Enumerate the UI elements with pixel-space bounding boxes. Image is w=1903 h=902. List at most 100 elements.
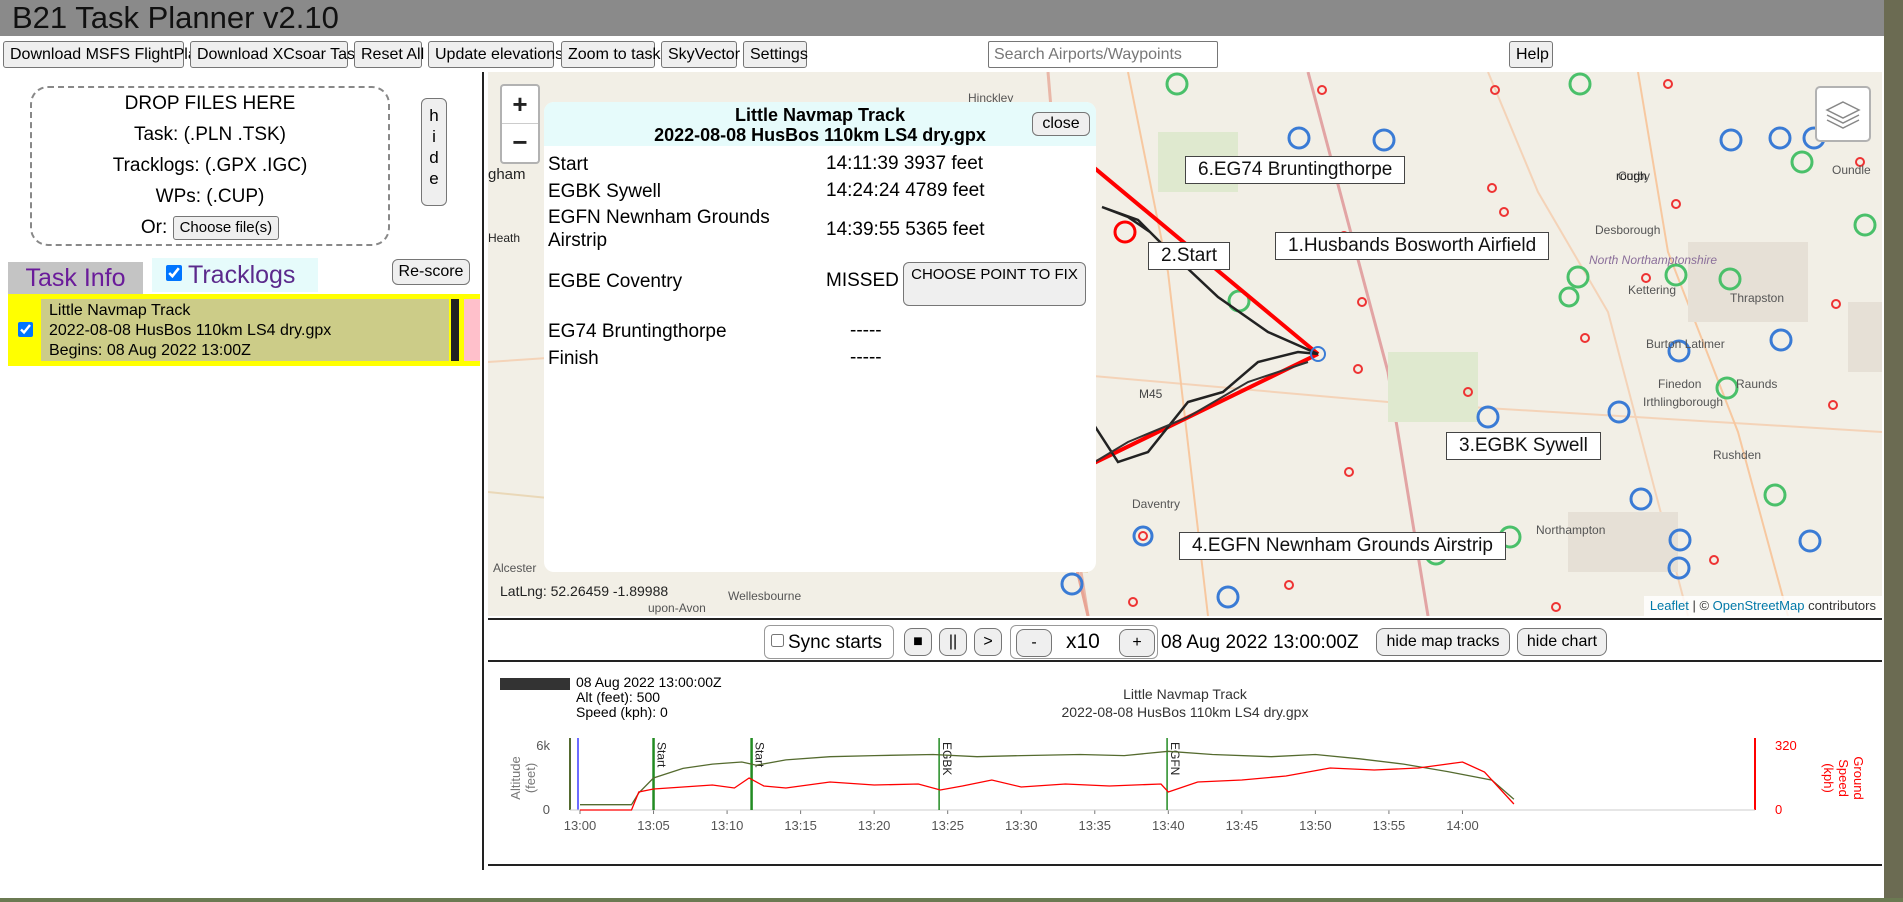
svg-text:Raunds: Raunds — [1736, 377, 1777, 391]
svg-text:Desborough: Desborough — [1595, 223, 1660, 237]
drop-zone-title: DROP FILES HERE — [124, 93, 296, 114]
chart-readout-speed: Speed (kph): 0 — [576, 704, 668, 720]
rescore-button[interactable]: Re-score — [392, 259, 470, 285]
track-entry[interactable]: Little Navmap Track 2022-08-08 HusBos 11… — [8, 294, 480, 366]
zoom-in-button[interactable]: + — [502, 86, 538, 124]
window-bottom-edge — [0, 898, 1903, 902]
map-attribution: Leaflet | © OpenStreetMap contributors — [1643, 596, 1882, 616]
svg-text:upon-Avon: upon-Avon — [648, 601, 706, 615]
play-button[interactable]: > — [974, 628, 1002, 656]
chart-subtitle: 2022-08-08 HusBos 110km LS4 dry.gpx — [1062, 704, 1309, 720]
hide-chart-button[interactable]: hide chart — [1517, 628, 1607, 656]
waypoint-label-3[interactable]: 3.EGBK Sywell — [1446, 432, 1601, 460]
popup-row-value: MISSED — [826, 270, 899, 291]
osm-link[interactable]: OpenStreetMap — [1713, 598, 1805, 613]
drop-zone-choose-row: Or: Choose file(s) — [32, 212, 388, 243]
speed-series-line — [580, 761, 1515, 811]
popup-header: Little Navmap Track 2022-08-08 HusBos 11… — [544, 102, 1096, 146]
download-xcsoar-button[interactable]: Download XCsoar Task — [190, 41, 363, 68]
svg-text:Northampton: Northampton — [1536, 523, 1605, 537]
popup-row-value: 14:24:24 4789 feet — [826, 180, 985, 201]
svg-text:Oundle: Oundle — [1832, 163, 1871, 177]
svg-text:Heath: Heath — [488, 231, 520, 245]
leaflet-link[interactable]: Leaflet — [1650, 598, 1689, 613]
time-tick-label: 13:50 — [1299, 818, 1332, 833]
waypoint-label-4[interactable]: 4.EGFN Newnham Grounds Airstrip — [1179, 532, 1506, 560]
svg-text:Alcester: Alcester — [493, 561, 536, 575]
zoom-to-task-button[interactable]: Zoom to task — [561, 41, 660, 68]
download-msfs-button[interactable]: Download MSFS FlightPlan — [3, 41, 206, 68]
choose-point-to-fix-button[interactable]: CHOOSE POINT TO FIX — [903, 262, 1086, 306]
waypoint-label-1[interactable]: 1.Husbands Bosworth Airfield — [1275, 232, 1550, 260]
speed-tick-label: 320 — [1775, 738, 1797, 753]
search-input[interactable] — [988, 41, 1218, 68]
track-entry-checkbox[interactable] — [18, 322, 33, 337]
hide-map-tracks-button[interactable]: hide map tracks — [1376, 628, 1510, 656]
track-entry-begins: Begins: 08 Aug 2022 13:00Z — [49, 342, 251, 359]
map[interactable]: Hinckley Corby Oundle Desborough Ketteri… — [488, 72, 1882, 616]
left-panel: DROP FILES HERE Task: (.PLN .TSK) Trackl… — [0, 72, 484, 870]
tab-task-info[interactable]: Task Info — [8, 262, 143, 294]
time-tick-label: 13:40 — [1152, 818, 1185, 833]
popup-close-button[interactable]: close — [1032, 112, 1090, 136]
drop-zone-tracklogs: Tracklogs: (.GPX .IGC) — [112, 155, 308, 176]
choose-files-button[interactable]: Choose file(s) — [172, 215, 280, 240]
altitude-tick-label: 6k — [536, 738, 550, 753]
altitude-speed-chart[interactable]: 08 Aug 2022 13:00:00Z Alt (feet): 500 Sp… — [488, 666, 1882, 866]
svg-text:M45: M45 — [1139, 387, 1163, 401]
popup-row-name: EG74 Bruntingthorpe — [548, 321, 727, 342]
track-entry-file: 2022-08-08 HusBos 110km LS4 dry.gpx — [49, 322, 332, 339]
layers-icon — [1825, 101, 1861, 129]
chart-legend-swatch — [500, 678, 570, 690]
tracklogs-checkbox[interactable] — [166, 265, 182, 281]
sync-starts-label: Sync starts — [771, 632, 882, 654]
track-entry-info[interactable]: Little Navmap Track 2022-08-08 HusBos 11… — [41, 299, 449, 361]
popup-row-name: EGFN Newnham Grounds Airstrip — [548, 207, 770, 251]
zoom-control: + − — [500, 84, 540, 164]
slower-button[interactable]: - — [1016, 629, 1052, 657]
time-tick-label: 13:15 — [784, 818, 817, 833]
chart-readout-time: 08 Aug 2022 13:00:00Z — [576, 674, 722, 690]
drop-zone[interactable]: DROP FILES HERE Task: (.PLN .TSK) Trackl… — [30, 86, 390, 246]
svg-text:North Northamptonshire: North Northamptonshire — [1589, 253, 1717, 267]
time-tick-label: 13:25 — [931, 818, 964, 833]
attribution-contributors: contributors — [1804, 598, 1876, 613]
sync-starts-group[interactable]: Sync starts — [764, 625, 894, 659]
settings-button[interactable]: Settings — [743, 41, 808, 68]
drop-zone-wps: WPs: (.CUP) — [155, 186, 265, 207]
time-tick-label: 13:45 — [1226, 818, 1259, 833]
time-tick-label: 13:55 — [1373, 818, 1406, 833]
track-remove-swatch[interactable] — [464, 299, 480, 361]
tab-tracklogs-label: Tracklogs — [188, 261, 296, 289]
popup-title: Little Navmap Track — [734, 105, 906, 125]
waypoint-label-6[interactable]: 6.EG74 Bruntingthorpe — [1185, 156, 1406, 184]
pause-button[interactable]: || — [939, 628, 967, 656]
stop-button[interactable]: ■ — [904, 628, 932, 656]
svg-text:Daventry: Daventry — [1132, 497, 1180, 511]
faster-button[interactable]: + — [1119, 629, 1155, 657]
track-color-swatch[interactable] — [451, 299, 459, 361]
speed-tick-label: 0 — [1775, 802, 1782, 817]
toolbar: Download MSFS FlightPlan Download XCsoar… — [0, 38, 1903, 68]
chart-bottom-border — [488, 864, 1882, 866]
time-tick-label: 13:20 — [858, 818, 891, 833]
skyvector-button[interactable]: SkyVector — [661, 41, 740, 68]
panel-divider[interactable] — [482, 72, 484, 870]
hide-panel-button[interactable]: hide — [421, 98, 447, 206]
layers-control[interactable] — [1815, 86, 1871, 142]
latlng-readout: LatLng: 52.26459 -1.89988 — [500, 583, 669, 599]
track-entry-name: Little Navmap Track — [49, 302, 191, 319]
time-tick-label: 13:35 — [1078, 818, 1111, 833]
waypoint-label-2[interactable]: 2.Start — [1148, 242, 1230, 270]
zoom-out-button[interactable]: − — [502, 124, 538, 162]
popup-row-value: 14:39:55 5365 feet — [826, 219, 985, 240]
reset-all-button[interactable]: Reset All — [354, 41, 424, 68]
update-elevations-button[interactable]: Update elevations — [428, 41, 563, 68]
task-marker-label: EGFN — [1168, 742, 1182, 775]
time-tick-label: 13:05 — [637, 818, 670, 833]
sync-starts-checkbox[interactable] — [771, 634, 784, 647]
playback-bar: Sync starts ■ || > - x10 + 08 Aug 2022 1… — [488, 618, 1882, 662]
tab-tracklogs[interactable]: Tracklogs — [152, 258, 318, 292]
popup-row-name: Start — [548, 154, 589, 175]
help-button[interactable]: Help — [1509, 41, 1553, 68]
